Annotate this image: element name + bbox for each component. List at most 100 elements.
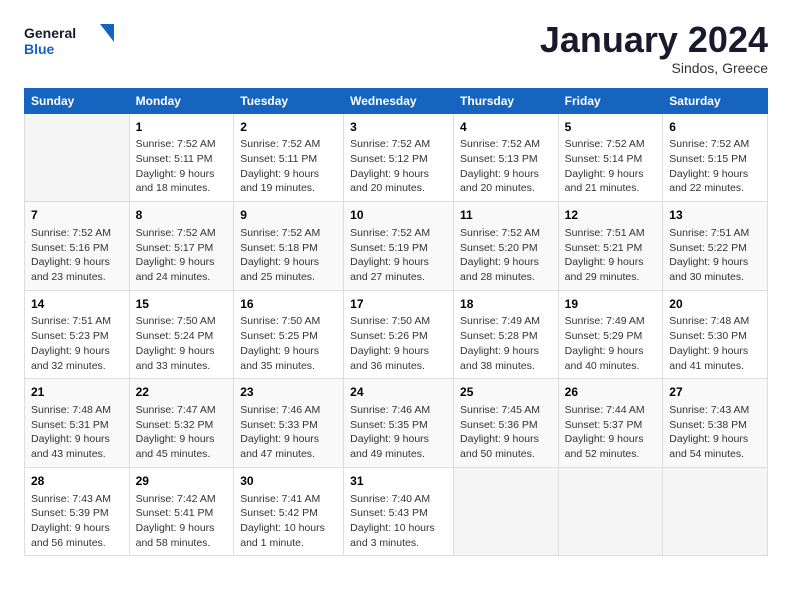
day-info: Sunrise: 7:45 AMSunset: 5:36 PMDaylight:… bbox=[460, 403, 552, 462]
week-row-2: 7 Sunrise: 7:52 AMSunset: 5:16 PMDaylight… bbox=[25, 202, 768, 291]
day-cell: 15Sunrise: 7:50 AMSunset: 5:24 PMDayligh… bbox=[129, 290, 234, 379]
day-info: Sunrise: 7:49 AMSunset: 5:28 PMDaylight:… bbox=[460, 314, 552, 373]
day-number: 19 bbox=[565, 296, 657, 313]
day-info: Sunrise: 7:50 AMSunset: 5:26 PMDaylight:… bbox=[350, 314, 447, 373]
day-number: 18 bbox=[460, 296, 552, 313]
day-info: Sunrise: 7:51 AMSunset: 5:21 PMDaylight:… bbox=[565, 226, 657, 285]
day-number: 10 bbox=[350, 207, 447, 224]
col-header-thursday: Thursday bbox=[454, 88, 559, 113]
day-info: Sunrise: 7:52 AMSunset: 5:11 PMDaylight:… bbox=[136, 137, 228, 196]
day-info: Sunrise: 7:51 AMSunset: 5:22 PMDaylight:… bbox=[669, 226, 761, 285]
day-number: 16 bbox=[240, 296, 337, 313]
day-number: 3 bbox=[350, 119, 447, 136]
day-info: Sunrise: 7:52 AMSunset: 5:20 PMDaylight:… bbox=[460, 226, 552, 285]
day-cell: 13 Sunrise: 7:51 AMSunset: 5:22 PMDayligh… bbox=[663, 202, 768, 291]
day-info: Sunrise: 7:46 AMSunset: 5:33 PMDaylight:… bbox=[240, 403, 337, 462]
day-info: Sunrise: 7:50 AMSunset: 5:24 PMDaylight:… bbox=[136, 314, 228, 373]
day-number: 5 bbox=[565, 119, 657, 136]
day-cell: 21Sunrise: 7:48 AMSunset: 5:31 PMDayligh… bbox=[25, 379, 130, 468]
col-header-saturday: Saturday bbox=[663, 88, 768, 113]
day-info: Sunrise: 7:47 AMSunset: 5:32 PMDaylight:… bbox=[136, 403, 228, 462]
day-cell: 11Sunrise: 7:52 AMSunset: 5:20 PMDayligh… bbox=[454, 202, 559, 291]
day-info: Sunrise: 7:52 AMSunset: 5:16 PMDaylight:… bbox=[31, 226, 123, 285]
day-number: 2 bbox=[240, 119, 337, 136]
day-cell: 17Sunrise: 7:50 AMSunset: 5:26 PMDayligh… bbox=[344, 290, 454, 379]
day-cell: 25 Sunrise: 7:45 AMSunset: 5:36 PMDayligh… bbox=[454, 379, 559, 468]
day-info: Sunrise: 7:52 AMSunset: 5:11 PMDaylight:… bbox=[240, 137, 337, 196]
logo-svg: General Blue bbox=[24, 20, 114, 60]
day-cell: 30Sunrise: 7:41 AMSunset: 5:42 PMDayligh… bbox=[234, 467, 344, 556]
day-number: 1 bbox=[136, 119, 228, 136]
page-header: General Blue January 2024 Sindos, Greece bbox=[24, 20, 768, 76]
day-cell: 20Sunrise: 7:48 AMSunset: 5:30 PMDayligh… bbox=[663, 290, 768, 379]
week-row-5: 28 Sunrise: 7:43 AMSunset: 5:39 PMDayligh… bbox=[25, 467, 768, 556]
day-cell: 22 Sunrise: 7:47 AMSunset: 5:32 PMDayligh… bbox=[129, 379, 234, 468]
day-cell: 1Sunrise: 7:52 AMSunset: 5:11 PMDaylight… bbox=[129, 113, 234, 202]
day-cell: 10 Sunrise: 7:52 AMSunset: 5:19 PMDayligh… bbox=[344, 202, 454, 291]
header-row: SundayMondayTuesdayWednesdayThursdayFrid… bbox=[25, 88, 768, 113]
day-cell: 5Sunrise: 7:52 AMSunset: 5:14 PMDaylight… bbox=[558, 113, 663, 202]
location-subtitle: Sindos, Greece bbox=[540, 60, 768, 76]
day-cell: 28 Sunrise: 7:43 AMSunset: 5:39 PMDayligh… bbox=[25, 467, 130, 556]
day-number: 4 bbox=[460, 119, 552, 136]
day-info: Sunrise: 7:43 AMSunset: 5:38 PMDaylight:… bbox=[669, 403, 761, 462]
day-number: 9 bbox=[240, 207, 337, 224]
day-info: Sunrise: 7:49 AMSunset: 5:29 PMDaylight:… bbox=[565, 314, 657, 373]
day-number: 13 bbox=[669, 207, 761, 224]
week-row-4: 21Sunrise: 7:48 AMSunset: 5:31 PMDayligh… bbox=[25, 379, 768, 468]
week-row-1: 1Sunrise: 7:52 AMSunset: 5:11 PMDaylight… bbox=[25, 113, 768, 202]
day-cell: 12 Sunrise: 7:51 AMSunset: 5:21 PMDayligh… bbox=[558, 202, 663, 291]
day-cell: 9Sunrise: 7:52 AMSunset: 5:18 PMDaylight… bbox=[234, 202, 344, 291]
day-info: Sunrise: 7:48 AMSunset: 5:30 PMDaylight:… bbox=[669, 314, 761, 373]
day-number: 14 bbox=[31, 296, 123, 313]
col-header-monday: Monday bbox=[129, 88, 234, 113]
day-number: 31 bbox=[350, 473, 447, 490]
day-number: 28 bbox=[31, 473, 123, 490]
day-cell: 31 Sunrise: 7:40 AMSunset: 5:43 PMDayligh… bbox=[344, 467, 454, 556]
day-number: 29 bbox=[136, 473, 228, 490]
day-number: 17 bbox=[350, 296, 447, 313]
day-cell: 23Sunrise: 7:46 AMSunset: 5:33 PMDayligh… bbox=[234, 379, 344, 468]
day-cell: 29 Sunrise: 7:42 AMSunset: 5:41 PMDayligh… bbox=[129, 467, 234, 556]
svg-text:General: General bbox=[24, 25, 76, 41]
day-number: 8 bbox=[136, 207, 228, 224]
day-info: Sunrise: 7:51 AMSunset: 5:23 PMDaylight:… bbox=[31, 314, 123, 373]
day-info: Sunrise: 7:50 AMSunset: 5:25 PMDaylight:… bbox=[240, 314, 337, 373]
day-info: Sunrise: 7:42 AMSunset: 5:41 PMDaylight:… bbox=[136, 492, 228, 551]
day-number: 25 bbox=[460, 384, 552, 401]
day-cell: 8Sunrise: 7:52 AMSunset: 5:17 PMDaylight… bbox=[129, 202, 234, 291]
day-cell: 2Sunrise: 7:52 AMSunset: 5:11 PMDaylight… bbox=[234, 113, 344, 202]
col-header-friday: Friday bbox=[558, 88, 663, 113]
day-info: Sunrise: 7:43 AMSunset: 5:39 PMDaylight:… bbox=[31, 492, 123, 551]
day-info: Sunrise: 7:40 AMSunset: 5:43 PMDaylight:… bbox=[350, 492, 447, 551]
day-cell: 26Sunrise: 7:44 AMSunset: 5:37 PMDayligh… bbox=[558, 379, 663, 468]
day-cell bbox=[454, 467, 559, 556]
week-row-3: 14Sunrise: 7:51 AMSunset: 5:23 PMDayligh… bbox=[25, 290, 768, 379]
day-cell bbox=[558, 467, 663, 556]
day-cell: 7 Sunrise: 7:52 AMSunset: 5:16 PMDaylight… bbox=[25, 202, 130, 291]
day-info: Sunrise: 7:52 AMSunset: 5:13 PMDaylight:… bbox=[460, 137, 552, 196]
day-number: 12 bbox=[565, 207, 657, 224]
day-cell: 6Sunrise: 7:52 AMSunset: 5:15 PMDaylight… bbox=[663, 113, 768, 202]
col-header-sunday: Sunday bbox=[25, 88, 130, 113]
logo: General Blue bbox=[24, 20, 114, 60]
day-cell: 27Sunrise: 7:43 AMSunset: 5:38 PMDayligh… bbox=[663, 379, 768, 468]
day-number: 7 bbox=[31, 207, 123, 224]
day-cell bbox=[25, 113, 130, 202]
month-title: January 2024 bbox=[540, 20, 768, 60]
day-number: 21 bbox=[31, 384, 123, 401]
day-cell: 16Sunrise: 7:50 AMSunset: 5:25 PMDayligh… bbox=[234, 290, 344, 379]
svg-text:Blue: Blue bbox=[24, 41, 55, 57]
day-cell: 4Sunrise: 7:52 AMSunset: 5:13 PMDaylight… bbox=[454, 113, 559, 202]
day-info: Sunrise: 7:46 AMSunset: 5:35 PMDaylight:… bbox=[350, 403, 447, 462]
day-info: Sunrise: 7:41 AMSunset: 5:42 PMDaylight:… bbox=[240, 492, 337, 551]
day-number: 24 bbox=[350, 384, 447, 401]
day-info: Sunrise: 7:44 AMSunset: 5:37 PMDaylight:… bbox=[565, 403, 657, 462]
day-number: 6 bbox=[669, 119, 761, 136]
col-header-wednesday: Wednesday bbox=[344, 88, 454, 113]
day-cell: 14Sunrise: 7:51 AMSunset: 5:23 PMDayligh… bbox=[25, 290, 130, 379]
day-cell: 3Sunrise: 7:52 AMSunset: 5:12 PMDaylight… bbox=[344, 113, 454, 202]
day-number: 22 bbox=[136, 384, 228, 401]
day-number: 15 bbox=[136, 296, 228, 313]
day-info: Sunrise: 7:52 AMSunset: 5:19 PMDaylight:… bbox=[350, 226, 447, 285]
